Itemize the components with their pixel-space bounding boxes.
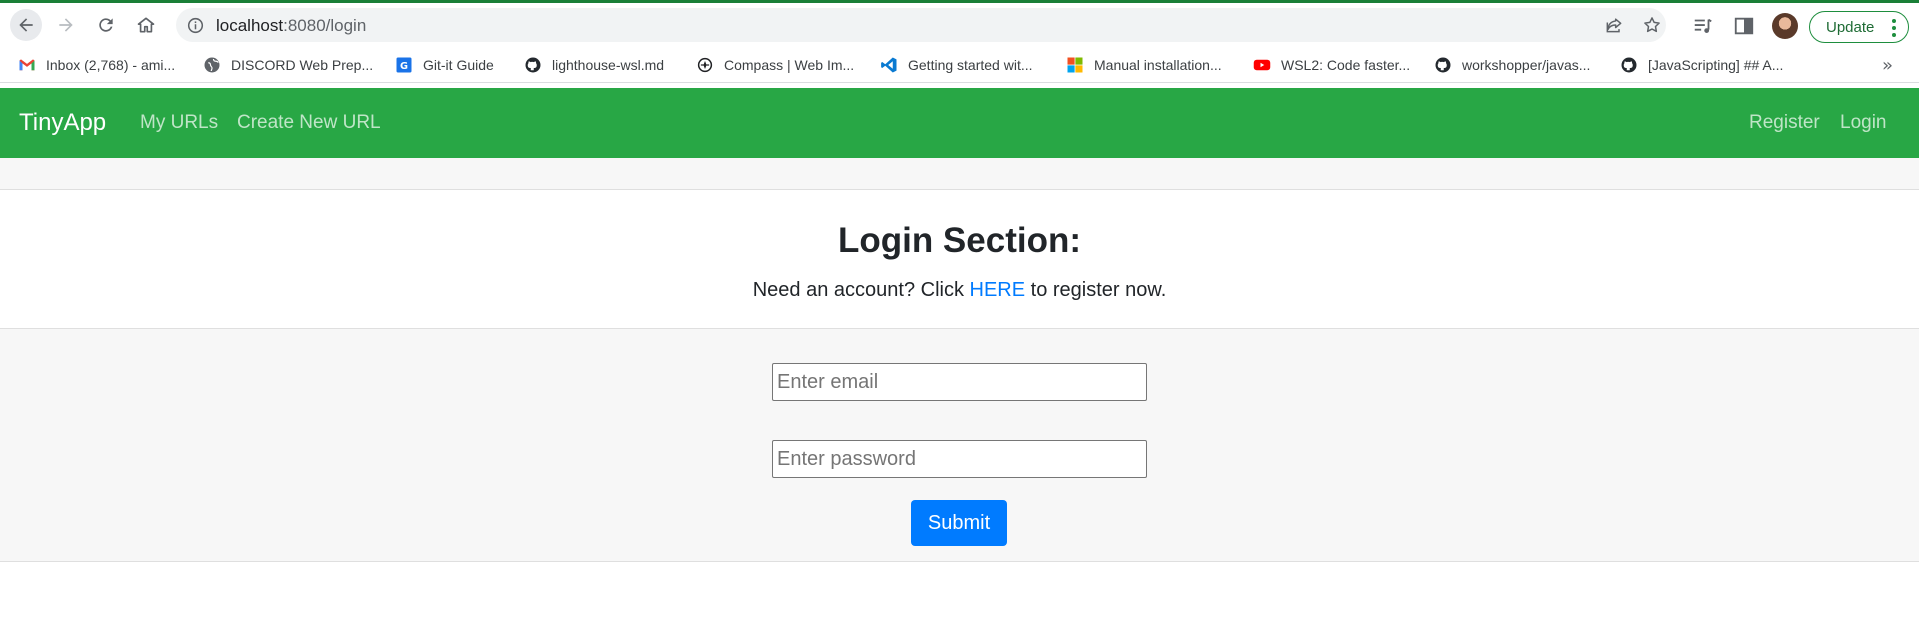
bookmark-label: Compass | Web Im... bbox=[724, 57, 855, 73]
url-host: localhost bbox=[216, 16, 284, 35]
update-button[interactable]: Update bbox=[1809, 11, 1909, 43]
card-top-band bbox=[0, 158, 1919, 190]
home-button[interactable] bbox=[130, 9, 162, 41]
nav-create-new-url[interactable]: Create New URL bbox=[237, 112, 381, 134]
page-title: Login Section: bbox=[837, 221, 1082, 260]
prompt-text-before: Need an account? Click bbox=[752, 279, 970, 301]
register-here-link[interactable]: HERE bbox=[970, 279, 1026, 301]
profile-avatar[interactable] bbox=[1772, 13, 1798, 39]
globe-icon bbox=[203, 56, 221, 74]
site-info-icon[interactable] bbox=[186, 16, 204, 34]
bookmark-item[interactable]: lighthouse-wsl.md bbox=[524, 54, 664, 76]
compass-icon bbox=[696, 56, 714, 74]
side-panel-icon[interactable] bbox=[1733, 15, 1755, 37]
app-navbar: TinyApp My URLs Create New URL Register … bbox=[0, 88, 1919, 158]
login-form: Submit bbox=[0, 329, 1919, 562]
reload-icon bbox=[99, 18, 113, 32]
bookmark-label: lighthouse-wsl.md bbox=[552, 57, 665, 73]
microsoft-icon bbox=[1066, 56, 1084, 74]
bookmark-item[interactable]: Compass | Web Im... bbox=[696, 54, 854, 76]
bookmark-label: WSL2: Code faster... bbox=[1281, 57, 1411, 73]
git-it-icon: G bbox=[395, 56, 413, 74]
back-button[interactable] bbox=[10, 9, 42, 41]
bookmark-label: Git-it Guide bbox=[423, 57, 494, 73]
nav-login[interactable]: Login bbox=[1840, 112, 1887, 134]
url-text[interactable]: localhost:8080/login bbox=[216, 16, 366, 36]
github-icon bbox=[1620, 56, 1638, 74]
url-path: :8080/login bbox=[283, 16, 367, 35]
youtube-icon bbox=[1253, 56, 1271, 74]
bookmarks-bar: Inbox (2,768) - ami... DISCORD Web Prep.… bbox=[0, 47, 1919, 83]
forward-button[interactable] bbox=[50, 9, 82, 41]
bookmark-label: Manual installation... bbox=[1094, 57, 1222, 73]
bookmark-item[interactable]: [JavaScripting] ## A... bbox=[1620, 54, 1783, 76]
svg-text:G: G bbox=[400, 61, 408, 72]
more-menu-icon bbox=[1892, 19, 1896, 37]
home-icon bbox=[137, 17, 155, 33]
address-bar[interactable]: localhost:8080/login bbox=[176, 8, 1666, 42]
bookmark-label: [JavaScripting] ## A... bbox=[1648, 57, 1784, 73]
bookmark-item[interactable]: workshopper/javas... bbox=[1434, 54, 1590, 76]
media-control-icon[interactable] bbox=[1692, 15, 1714, 37]
submit-button[interactable]: Submit bbox=[911, 500, 1007, 546]
reload-button[interactable] bbox=[90, 9, 122, 41]
bookmark-label: workshopper/javas... bbox=[1462, 57, 1591, 73]
bookmark-label: Inbox (2,768) - ami... bbox=[46, 57, 176, 73]
arrow-left-icon bbox=[19, 18, 33, 32]
arrow-right-icon bbox=[59, 18, 73, 32]
register-prompt: Need an account? Click HERE to register … bbox=[0, 279, 1919, 302]
bookmark-item[interactable]: G Git-it Guide bbox=[395, 54, 494, 76]
page-content: TinyApp My URLs Create New URL Register … bbox=[0, 84, 1919, 644]
nav-register[interactable]: Register bbox=[1749, 112, 1820, 134]
email-field[interactable] bbox=[772, 363, 1147, 401]
brand-link[interactable]: TinyApp bbox=[19, 109, 106, 137]
github-icon bbox=[1434, 56, 1452, 74]
bookmark-label: DISCORD Web Prep... bbox=[231, 57, 374, 73]
gmail-icon bbox=[18, 56, 36, 74]
more-bookmarks-chevron-icon[interactable]: » bbox=[1882, 55, 1893, 76]
bookmark-label: Getting started wit... bbox=[908, 57, 1033, 73]
vscode-icon bbox=[880, 56, 898, 74]
github-icon bbox=[524, 56, 542, 74]
nav-my-urls[interactable]: My URLs bbox=[140, 112, 218, 134]
bookmark-star-icon[interactable] bbox=[1642, 15, 1662, 35]
bookmark-item[interactable]: Inbox (2,768) - ami... bbox=[18, 54, 175, 76]
login-header: Login Section: Need an account? Click HE… bbox=[0, 190, 1919, 329]
prompt-text-after: to register now. bbox=[1025, 279, 1167, 301]
share-icon[interactable] bbox=[1604, 15, 1624, 35]
bookmark-item[interactable]: WSL2: Code faster... bbox=[1253, 54, 1410, 76]
bookmark-item[interactable]: Manual installation... bbox=[1066, 54, 1222, 76]
update-label: Update bbox=[1826, 18, 1875, 36]
bookmark-item[interactable]: DISCORD Web Prep... bbox=[203, 54, 373, 76]
browser-toolbar: localhost:8080/login Update bbox=[0, 3, 1919, 47]
bookmark-item[interactable]: Getting started wit... bbox=[880, 54, 1033, 76]
password-field[interactable] bbox=[772, 440, 1147, 478]
